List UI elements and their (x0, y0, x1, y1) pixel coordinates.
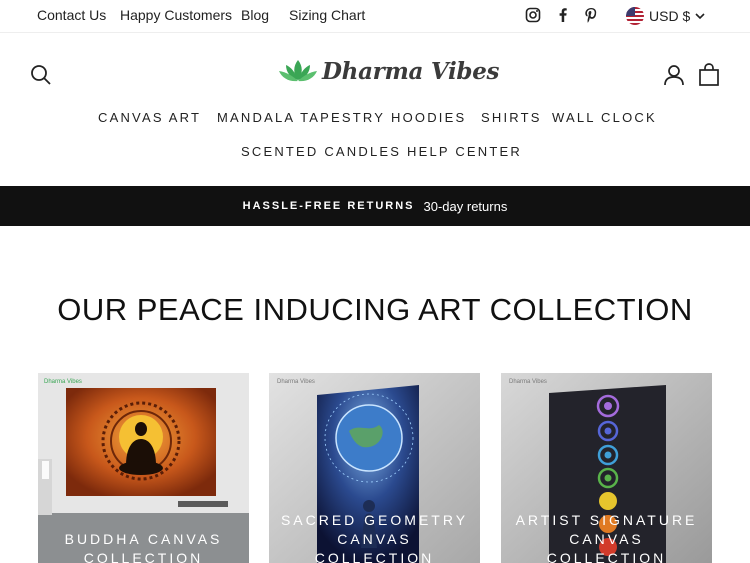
banner-text: 30-day returns (423, 198, 508, 214)
pinterest-icon[interactable] (583, 7, 599, 23)
nav-hoodies[interactable]: HOODIES (391, 110, 466, 125)
currency-selector[interactable]: USD $ (626, 6, 706, 26)
svg-text:Dharma Vibes: Dharma Vibes (509, 379, 547, 385)
top-bar: Contact Us Happy Customers Blog Sizing C… (0, 0, 750, 33)
nav-wall-clock[interactable]: WALL CLOCK (552, 110, 657, 125)
facebook-icon[interactable] (555, 7, 571, 23)
nav-scented-candles[interactable]: SCENTED CANDLES (241, 144, 401, 159)
nav-shirts[interactable]: SHIRTS (481, 110, 542, 125)
section-title: OUR PEACE INDUCING ART COLLECTION (57, 292, 693, 327)
banner-strong-text: HASSLE-FREE RETURNS (242, 200, 415, 212)
collection-card-buddha[interactable]: Dharma Vibes BUDDHA CANVAS COLLECTION (38, 373, 249, 563)
blog-link[interactable]: Blog (241, 7, 269, 23)
chevron-down-icon (695, 13, 705, 20)
contact-us-link[interactable]: Contact Us (37, 7, 106, 23)
logo-text: Dharma Vibes (322, 57, 500, 85)
collection-card-sacred-geometry[interactable]: Dharma Vibes SACRED GEOMETRY CANVAS COLL… (269, 373, 480, 563)
currency-label: USD $ (649, 8, 691, 24)
happy-customers-link[interactable]: Happy Customers (120, 7, 232, 23)
collection-label-buddha: BUDDHA CANVAS COLLECTION (64, 531, 223, 563)
instagram-icon[interactable] (525, 7, 541, 23)
search-icon[interactable] (30, 64, 52, 86)
account-icon[interactable] (663, 64, 685, 86)
site-logo[interactable]: Dharma Vibes (278, 56, 499, 86)
announcement-banner: HASSLE-FREE RETURNS 30-day returns (0, 186, 750, 226)
cart-icon[interactable] (698, 63, 720, 86)
sizing-chart-link[interactable]: Sizing Chart (289, 7, 365, 23)
nav-help-center[interactable]: HELP CENTER (407, 144, 522, 159)
collection-label-artist-signature: ARTIST SIGNATURE CANVAS COLLECTION (515, 512, 698, 563)
collection-card-artist-signature[interactable]: Dharma Vibes ARTIST SIGNATURE CANVAS COL… (501, 373, 712, 563)
collection-label-sacred-geometry: SACRED GEOMETRY CANVAS COLLECTION (280, 512, 469, 563)
us-flag-icon (626, 7, 644, 25)
svg-text:Dharma Vibes: Dharma Vibes (44, 379, 82, 385)
svg-text:Dharma Vibes: Dharma Vibes (277, 379, 315, 385)
lotus-icon (279, 60, 317, 82)
nav-canvas-art[interactable]: CANVAS ART (98, 110, 201, 125)
nav-mandala-tapestry[interactable]: MANDALA TAPESTRY (217, 110, 385, 125)
